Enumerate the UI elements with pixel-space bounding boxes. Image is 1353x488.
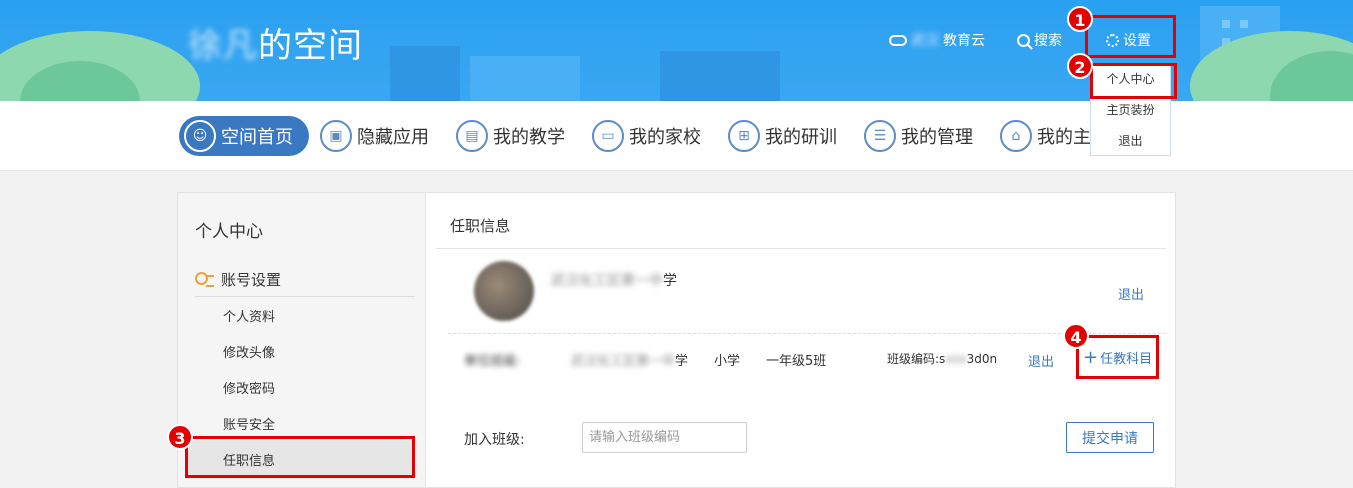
nav-label: 我的主 — [1037, 127, 1091, 148]
app-icon: ▣ — [320, 120, 352, 152]
search-label: 搜索 — [1034, 33, 1062, 49]
building-decoration — [470, 56, 580, 101]
class-code-blurred: xxx — [945, 352, 967, 366]
school-name-blurred: 武汉化工区第一中 — [551, 273, 663, 289]
annotation-box-personal-center — [1090, 63, 1177, 99]
join-class-label: 加入班级: — [464, 432, 525, 448]
edu-cloud-link[interactable]: 武汉 教育云 — [889, 30, 985, 50]
annotation-marker: 3 — [167, 424, 193, 450]
class-school-suffix: 学 — [675, 354, 689, 369]
grid-icon: ⊞ — [728, 120, 760, 152]
doc-icon: ☰ — [864, 120, 896, 152]
class-code: 班级编码:sxxx3d0n — [887, 350, 997, 367]
nav-item-space-home[interactable]: ☺ 空间首页 — [179, 116, 309, 156]
building-decoration — [660, 51, 780, 101]
annotation-box-employment — [185, 436, 415, 478]
cloud-icon — [889, 34, 907, 46]
nav-label: 我的研训 — [765, 127, 837, 148]
nav-label: 我的管理 — [901, 127, 973, 148]
space-owner-name: 徐凡 — [188, 26, 258, 66]
panel-divider — [436, 248, 1166, 249]
class-code-prefix: 班级编码:s — [887, 352, 946, 366]
annotation-box-add-subject — [1076, 335, 1159, 379]
panel-title: 任职信息 — [450, 217, 511, 235]
class-code-suffix: 3d0n — [966, 352, 998, 366]
grade-class: 一年级5班 — [766, 354, 827, 369]
account-settings-icon — [195, 271, 215, 288]
school-avatar — [474, 261, 534, 321]
menu-item-logout[interactable]: 退出 — [1091, 126, 1170, 157]
sidebar-item-security[interactable]: 账号安全 — [223, 414, 275, 433]
annotation-box-settings — [1085, 15, 1176, 58]
menu-item-homepage-decor[interactable]: 主页装扮 — [1091, 95, 1170, 126]
unit-class-label: 单位班级: — [464, 354, 521, 369]
space-title: 徐凡的空间 — [188, 18, 363, 67]
sidebar-divider — [195, 296, 415, 297]
sidebar-item-password[interactable]: 修改密码 — [223, 378, 275, 397]
search-link[interactable]: 搜索 — [1017, 30, 1062, 50]
submit-application-button[interactable]: 提交申请 — [1066, 422, 1154, 453]
annotation-marker: 1 — [1067, 6, 1093, 32]
sidebar-title: 个人中心 — [195, 222, 263, 242]
space-title-suffix: 的空间 — [258, 26, 363, 66]
nav-item-my-home[interactable]: ⌂ 我的主 — [1000, 116, 1091, 156]
edu-cloud-prefix: 武汉 — [911, 33, 939, 49]
nav-label: 隐藏应用 — [357, 127, 429, 148]
nav-label: 我的家校 — [629, 127, 701, 148]
annotation-marker: 4 — [1063, 323, 1089, 349]
quit-class-link[interactable]: 退出 — [1028, 351, 1054, 370]
sidebar-group-account: 账号设置 — [195, 269, 281, 290]
nav-label: 我的教学 — [493, 127, 565, 148]
nav-item-home-school[interactable]: ▭ 我的家校 — [592, 116, 701, 156]
home-icon: ⌂ — [1000, 120, 1032, 152]
sidebar-group-label: 账号设置 — [221, 271, 282, 289]
user-icon: ☺ — [184, 120, 216, 152]
window-decoration — [1222, 20, 1230, 28]
sidebar-item-profile[interactable]: 个人资料 — [223, 306, 275, 325]
nav-item-research-training[interactable]: ⊞ 我的研训 — [728, 116, 837, 156]
annotation-marker: 2 — [1067, 53, 1093, 79]
school-name: 武汉化工区第一中学 — [551, 270, 677, 290]
building-decoration — [390, 46, 460, 101]
edu-cloud-label: 教育云 — [943, 33, 985, 49]
quit-school-link[interactable]: 退出 — [1118, 284, 1144, 303]
class-school-blurred: 武汉化工区第一中 — [571, 354, 676, 369]
window-decoration — [1240, 20, 1248, 28]
nav-item-management[interactable]: ☰ 我的管理 — [864, 116, 973, 156]
nav-item-my-teaching[interactable]: ▤ 我的教学 — [456, 116, 565, 156]
laptop-icon: ▭ — [592, 120, 624, 152]
sidebar-item-avatar[interactable]: 修改头像 — [223, 342, 275, 361]
nav-label: 空间首页 — [221, 127, 293, 148]
school-name-suffix: 学 — [663, 273, 677, 289]
class-school: 武汉化工区第一中学 — [571, 350, 688, 369]
school-stage: 小学 — [714, 354, 741, 369]
search-icon — [1017, 33, 1030, 47]
row-divider — [448, 333, 1166, 334]
class-code-input[interactable] — [582, 422, 747, 453]
book-icon: ▤ — [456, 120, 488, 152]
nav-item-hidden-apps[interactable]: ▣ 隐藏应用 — [320, 116, 429, 156]
